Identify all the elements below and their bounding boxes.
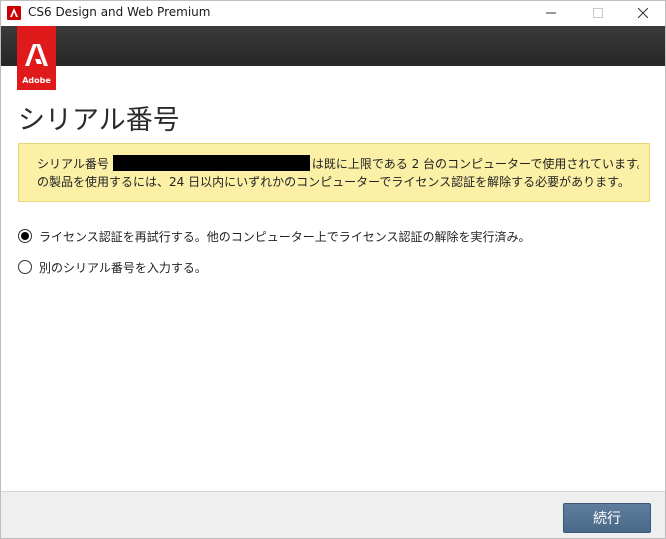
- maximize-button[interactable]: [575, 1, 620, 25]
- option-retry-label: ライセンス認証を再試行する。他のコンピューター上でライセンス認証の解除を実行済み…: [39, 229, 531, 244]
- title-bar: CS6 Design and Web Premium: [1, 1, 665, 25]
- option-enter-serial[interactable]: 別のシリアル番号を入力する。: [18, 257, 207, 277]
- radio-button[interactable]: [18, 260, 32, 274]
- notice-line-1: シリアル番号 は既に上限である 2 台のコンピューターで使用されています。こ: [37, 155, 639, 173]
- adobe-wordmark: Adobe: [22, 76, 51, 85]
- header-band: [1, 26, 665, 66]
- notice-text-1: は既に上限である 2 台のコンピューターで使用されています。こ: [311, 157, 639, 171]
- option-retry-activation[interactable]: ライセンス認証を再試行する。他のコンピューター上でライセンス認証の解除を実行済み…: [18, 226, 531, 246]
- continue-button[interactable]: 続行: [563, 503, 651, 533]
- footer-bar: 続行: [1, 491, 665, 538]
- adobe-app-icon: [7, 6, 21, 20]
- option-enter-serial-label: 別のシリアル番号を入力する。: [39, 260, 207, 275]
- redacted-serial-number: [112, 155, 310, 171]
- page-title: シリアル番号: [18, 105, 180, 136]
- adobe-logo: Adobe: [17, 26, 56, 90]
- close-button[interactable]: [620, 1, 665, 25]
- notice-serial-label: シリアル番号: [37, 157, 109, 171]
- window-title: CS6 Design and Web Premium: [28, 5, 211, 19]
- close-icon: [637, 8, 648, 18]
- maximize-icon: [592, 8, 603, 18]
- radio-selected-dot: [21, 232, 29, 240]
- notice-line-2: の製品を使用するには、24 日以内にいずれかのコンピューターでライセンス認証を解…: [37, 175, 630, 189]
- installer-window: CS6 Design and Web Premium Adobe シリアル番号: [0, 0, 666, 539]
- minimize-button[interactable]: [528, 1, 573, 25]
- license-limit-notice: シリアル番号 は既に上限である 2 台のコンピューターで使用されています。こ の製…: [18, 143, 650, 202]
- adobe-logo-icon: [25, 44, 48, 66]
- radio-button-selected[interactable]: [18, 229, 32, 243]
- minimize-icon: [545, 12, 556, 14]
